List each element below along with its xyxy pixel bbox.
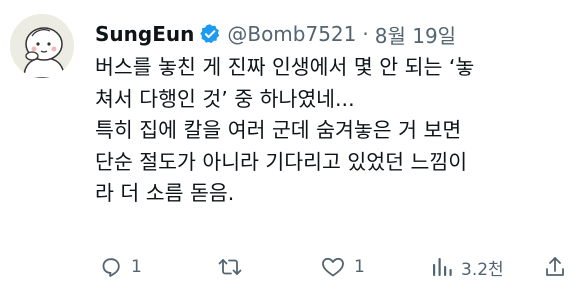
heart-icon [322, 257, 344, 277]
tweet-header: SungEun @Bomb7521 · 8월 19일 [95, 18, 456, 50]
share-button[interactable] [543, 250, 567, 284]
reply-icon [102, 258, 120, 277]
tweet-text: 버스를 놓친 게 진짜 인생에서 몇 안 되는 ‘놓 쳐서 다행인 것’ 중 하… [95, 55, 475, 205]
views-count: 3.2천 [461, 259, 504, 280]
author-handle[interactable]: @Bomb7521 [227, 22, 356, 46]
retweet-button[interactable] [217, 250, 251, 284]
header-separator: · [362, 22, 369, 46]
verified-badge-icon[interactable] [199, 23, 221, 45]
like-count: 1 [354, 257, 365, 277]
reply-count: 1 [131, 257, 142, 277]
share-icon [546, 257, 564, 276]
views-icon [433, 258, 452, 276]
tweet-date[interactable]: 8월 19일 [375, 20, 456, 49]
author-display-name[interactable]: SungEun [95, 22, 194, 46]
reply-button[interactable]: 1 [99, 250, 142, 284]
retweet-icon [218, 259, 242, 275]
avatar[interactable] [10, 14, 74, 78]
like-button[interactable]: 1 [320, 250, 365, 284]
tweet-actions: 1 1 3.2천 [95, 250, 575, 284]
views-button[interactable]: 3.2천 [431, 250, 504, 284]
avatar-illustration [10, 14, 74, 78]
